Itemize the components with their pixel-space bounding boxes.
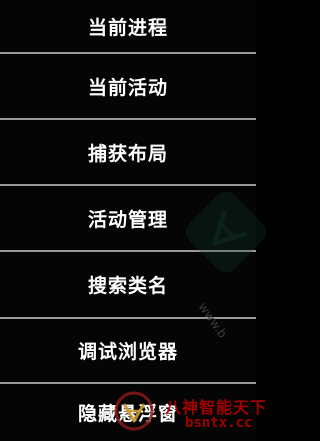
menu-item-label: 搜索类名: [87, 275, 168, 297]
menu-item-capture-layout[interactable]: 捕获布局: [0, 120, 256, 186]
menu-item-hide-floating-window[interactable]: 隐藏悬浮窗: [0, 384, 256, 441]
menu-item-label: 当前进程: [87, 16, 168, 39]
menu-item-current-process[interactable]: 当前进程: [0, 0, 256, 54]
menu-item-label: 活动管理: [87, 208, 168, 231]
menu-item-activity-manager[interactable]: 活动管理: [0, 186, 256, 252]
menu-item-label: 隐藏悬浮窗: [77, 403, 178, 425]
menu-item-current-activity[interactable]: 当前活动: [0, 54, 256, 120]
menu-item-search-class-name[interactable]: 搜索类名: [0, 252, 256, 319]
menu-item-debug-browser[interactable]: 调试浏览器: [0, 319, 256, 384]
menu-item-label: 当前活动: [87, 76, 168, 99]
menu-item-label: 调试浏览器: [77, 341, 178, 363]
menu-item-label: 捕获布局: [87, 142, 168, 165]
tool-menu: 当前进程 当前活动 捕获布局 活动管理 搜索类名 调试浏览器 隐藏悬浮窗: [0, 0, 256, 441]
